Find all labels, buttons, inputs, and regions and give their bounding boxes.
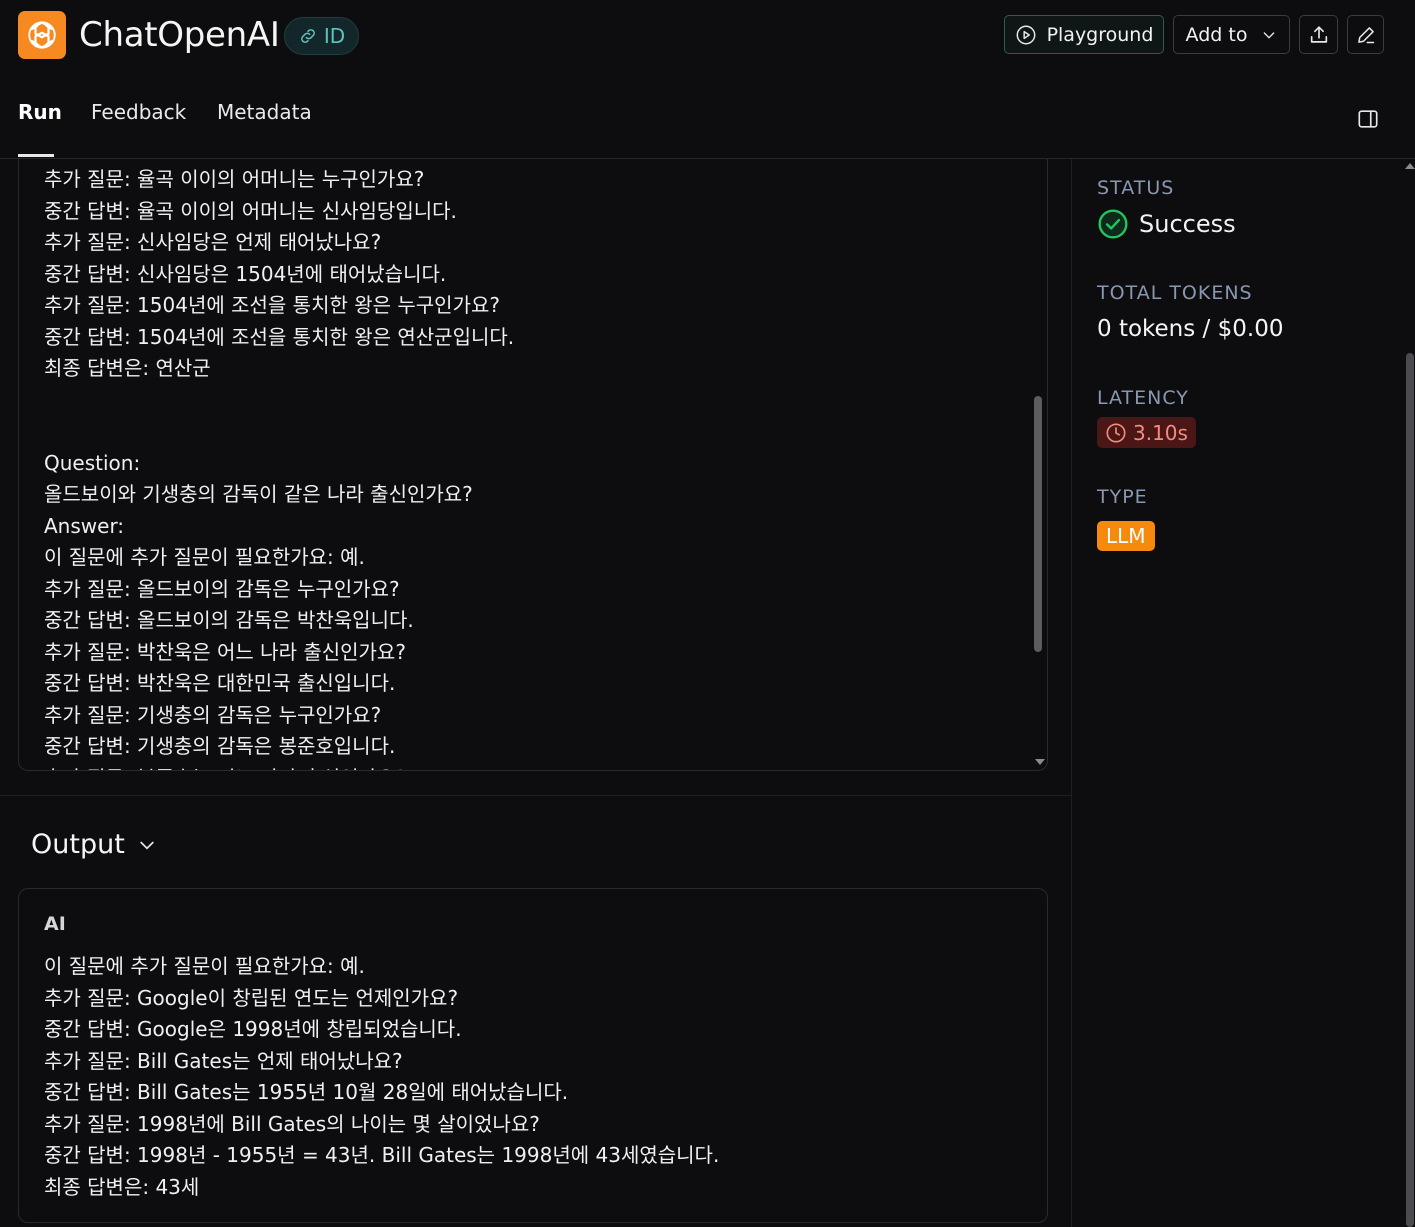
latency-badge: 3.10s (1097, 417, 1196, 448)
active-tab-indicator (18, 154, 54, 157)
tab-run[interactable]: Run (18, 100, 62, 124)
upload-icon (1310, 25, 1327, 43)
sidebar-toggle-button[interactable] (1357, 108, 1379, 130)
tab-metadata[interactable]: Metadata (217, 100, 312, 124)
input-line: 추가 질문: 기생충의 감독은 누구인가요? (44, 702, 382, 727)
output-line: 이 질문에 추가 질문이 필요한가요: 예. (44, 954, 365, 978)
output-line: 추가 질문: 1998년에 Bill Gates의 나이는 몇 살이었나요? (44, 1111, 540, 1136)
type-label: TYPE (1097, 486, 1148, 508)
input-line: Answer: (44, 513, 125, 538)
output-toggle[interactable]: Output (31, 829, 157, 860)
openai-logo-icon (18, 11, 66, 59)
output-line: 최종 답변은: 43세 (44, 1174, 200, 1199)
section-divider (0, 795, 1072, 796)
chevron-down-icon (1264, 31, 1275, 39)
input-line: 추가 질문: 올드보이의 감독은 누구인가요? (44, 576, 400, 601)
status-label: STATUS (1097, 177, 1175, 199)
input-text: 추가 질문: 율곡 이이의 어머니는 누구인가요? 중간 답변: 율곡 이이의 … (44, 164, 1024, 771)
input-card[interactable]: 추가 질문: 율곡 이이의 어머니는 누구인가요? 중간 답변: 율곡 이이의 … (18, 159, 1048, 771)
link-icon (300, 29, 315, 43)
clock-icon (1106, 422, 1126, 443)
output-title: Output (31, 829, 125, 860)
type-badge: LLM (1097, 521, 1155, 551)
id-chip-label: ID (323, 24, 346, 48)
tab-bar: Run Feedback Metadata (0, 70, 1415, 159)
input-line: 중간 답변: 기생충의 감독은 봉준호입니다. (44, 734, 396, 758)
input-line: 추가 질문: 신사임당은 언제 태어났나요? (44, 230, 382, 254)
input-scroll-down-arrow[interactable] (1035, 759, 1045, 765)
add-to-button[interactable]: Add to (1173, 15, 1290, 54)
input-line: Question: (44, 450, 141, 475)
latency-value: 3.10s (1133, 420, 1188, 445)
page-scroll-up-arrow[interactable] (1405, 163, 1415, 169)
output-line: 추가 질문: Bill Gates는 언제 태어났나요? (44, 1048, 403, 1073)
input-line: 이 질문에 추가 질문이 필요한가요: 예. (44, 545, 365, 569)
total-tokens-label: TOTAL TOKENS (1097, 282, 1253, 304)
input-scrollbar-thumb[interactable] (1034, 396, 1042, 652)
add-to-label: Add to (1185, 23, 1248, 46)
run-details-sidebar: STATUS Success TOTAL TOKENS 0 tokens / $… (1073, 159, 1415, 1227)
header: ChatOpenAI ID Playground Add to (0, 0, 1415, 70)
edit-button[interactable] (1347, 15, 1384, 54)
input-line: 중간 답변: 율곡 이이의 어머니는 신사임당입니다. (44, 198, 457, 223)
message-role-label: AI (44, 913, 66, 935)
input-line: 추가 질문: 1504년에 조선을 통치한 왕은 누구인가요? (44, 293, 500, 317)
input-line (44, 385, 1024, 417)
input-line: 올드보이와 기생충의 감독이 같은 나라 출신인가요? (44, 482, 473, 506)
input-line: 추가 질문: 율곡 이이의 어머니는 누구인가요? (44, 167, 425, 191)
playground-label: Playground (1046, 23, 1154, 46)
pencil-icon (1357, 26, 1374, 43)
main-panel: 추가 질문: 율곡 이이의 어머니는 누구인가요? 중간 답변: 율곡 이이의 … (0, 159, 1072, 1227)
output-line: 중간 답변: Bill Gates는 1955년 10월 28일에 태어났습니다… (44, 1080, 569, 1104)
latency-label: LATENCY (1097, 387, 1189, 409)
play-circle-icon (1016, 25, 1036, 44)
output-card[interactable]: AI 이 질문에 추가 질문이 필요한가요: 예. 추가 질문: Google이… (18, 888, 1048, 1223)
share-button[interactable] (1299, 15, 1338, 54)
input-line: 중간 답변: 박찬욱은 대한민국 출신입니다. (44, 671, 396, 695)
output-line: 중간 답변: Google은 1998년에 창립되었습니다. (44, 1017, 462, 1041)
input-line: 중간 답변: 1504년에 조선을 통치한 왕은 연산군입니다. (44, 324, 515, 349)
app-title: ChatOpenAI (79, 15, 280, 55)
tab-feedback[interactable]: Feedback (91, 100, 186, 124)
id-chip[interactable]: ID (284, 17, 359, 55)
sidebar-toggle-icon (1358, 110, 1378, 128)
total-tokens-value: 0 tokens / $0.00 (1097, 316, 1284, 342)
input-line: 추가 질문: 박찬욱은 어느 나라 출신인가요? (44, 639, 406, 664)
page-scrollbar-thumb[interactable] (1406, 353, 1414, 1227)
input-line: 추가 질문: 봉준호는 어느 나라 출신인가요? (44, 763, 1024, 771)
input-line (44, 416, 1024, 448)
output-text: 이 질문에 추가 질문이 필요한가요: 예. 추가 질문: Google이 창립… (44, 951, 1024, 1203)
playground-button[interactable]: Playground (1004, 15, 1164, 54)
check-circle-icon (1098, 209, 1128, 239)
chevron-down-icon (140, 841, 154, 850)
input-line: 중간 답변: 올드보이의 감독은 박찬욱입니다. (44, 608, 414, 632)
output-line: 중간 답변: 1998년 - 1955년 = 43년. Bill Gates는 … (44, 1143, 720, 1167)
status-value: Success (1139, 210, 1236, 238)
input-line: 최종 답변은: 연산군 (44, 356, 211, 380)
output-line: 추가 질문: Google이 창립된 연도는 언제인가요? (44, 985, 459, 1010)
status-badge: Success (1097, 208, 1236, 240)
input-line: 중간 답변: 신사임당은 1504년에 태어났습니다. (44, 261, 447, 286)
